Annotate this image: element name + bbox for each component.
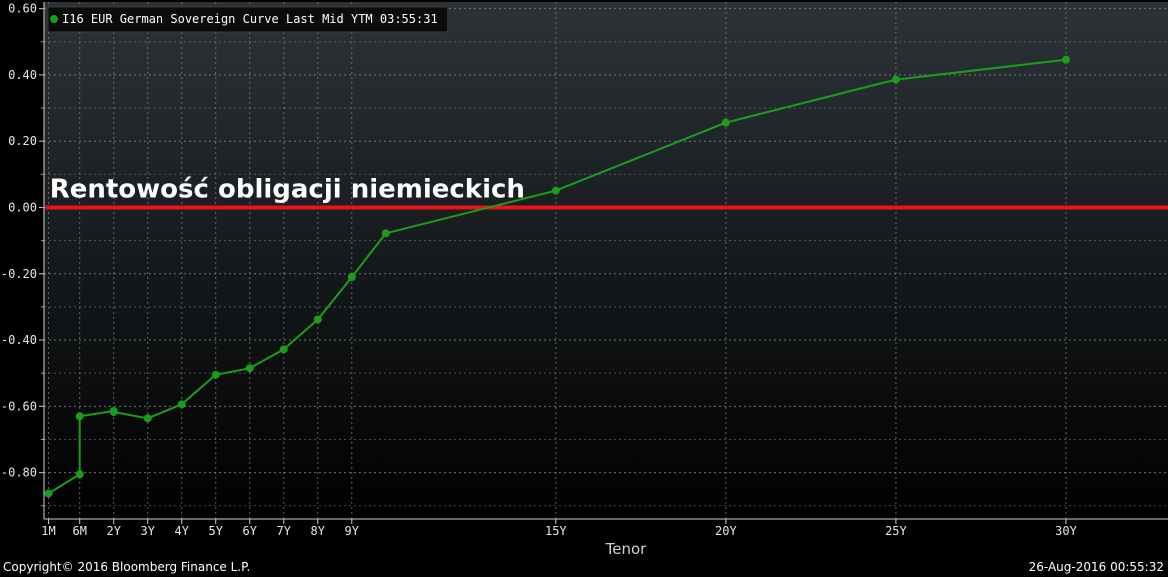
- y-tick-label: -0.80: [1, 466, 37, 480]
- data-point: [1061, 55, 1070, 64]
- timestamp-text: 26-Aug-2016 00:55:32: [1028, 560, 1164, 574]
- y-tick-label: -0.60: [1, 399, 37, 413]
- x-tick-label: 7Y: [277, 524, 292, 538]
- data-point: [211, 370, 220, 379]
- data-point: [347, 273, 356, 282]
- y-tick-label: 0.60: [8, 2, 37, 16]
- x-tick-label: 5Y: [209, 524, 224, 538]
- y-tick-label: -0.40: [1, 333, 37, 347]
- y-tick-label: 0.00: [8, 200, 37, 214]
- data-point: [245, 364, 254, 373]
- yield-curve-chart: 0.60 0.40 0.20 0.00 -0.20 -0.40 -0.60 -0.80 1M 6M…: [0, 0, 1168, 558]
- data-point: [177, 400, 186, 409]
- x-tick-label: 9Y: [345, 524, 360, 538]
- data-point: [313, 315, 322, 324]
- x-tick-label: 6M: [72, 524, 86, 538]
- footer-bar: Copyright© 2016 Bloomberg Finance L.P. 2…: [0, 558, 1168, 577]
- x-tick-label: 15Y: [545, 524, 567, 538]
- legend-marker-icon: [50, 15, 58, 23]
- y-tick-label: 0.40: [8, 68, 37, 82]
- data-point: [44, 489, 53, 498]
- x-tick-label: 8Y: [311, 524, 326, 538]
- plot-area: [44, 2, 1168, 519]
- x-tick-label: 1M: [41, 524, 55, 538]
- annotation-text: Rentowość obligacji niemieckich: [50, 174, 525, 204]
- x-tick-label: 30Y: [1055, 524, 1077, 538]
- legend-label: I16 EUR German Sovereign Curve Last Mid …: [62, 12, 438, 26]
- data-point: [891, 75, 900, 84]
- data-point: [381, 229, 390, 238]
- x-tick-label: 20Y: [715, 524, 737, 538]
- x-tick-label: 2Y: [106, 524, 121, 538]
- x-tick-label: 6Y: [243, 524, 258, 538]
- data-point: [721, 118, 730, 127]
- y-tick-label: -0.20: [1, 267, 37, 281]
- x-tick-label: 4Y: [175, 524, 190, 538]
- data-point: [75, 470, 84, 479]
- data-point: [109, 407, 118, 416]
- chart-window: 0.60 0.40 0.20 0.00 -0.20 -0.40 -0.60 -0.80 1M 6M…: [0, 0, 1168, 577]
- y-tick-label: 0.20: [8, 134, 37, 148]
- x-tick-label: 25Y: [885, 524, 907, 538]
- x-tick-label: 3Y: [141, 524, 156, 538]
- data-point: [551, 186, 560, 195]
- data-point: [75, 412, 84, 421]
- data-point: [279, 345, 288, 354]
- data-point: [143, 414, 152, 423]
- legend[interactable]: I16 EUR German Sovereign Curve Last Mid …: [47, 6, 449, 33]
- copyright-text: Copyright© 2016 Bloomberg Finance L.P.: [3, 560, 251, 574]
- x-axis-title: Tenor: [605, 540, 648, 558]
